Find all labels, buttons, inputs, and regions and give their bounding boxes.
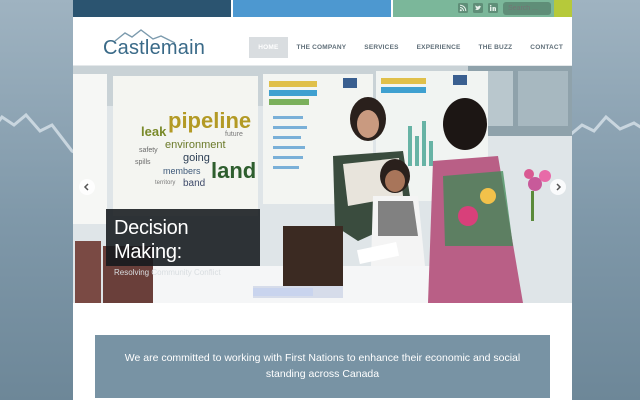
wordcloud-word-land: land	[211, 158, 256, 183]
wordcloud-word-safety: safety	[139, 147, 158, 154]
nav-home[interactable]: HOME	[249, 37, 288, 58]
mission-statement: We are committed to working with First N…	[95, 335, 550, 398]
wordcloud-word-pipeline: pipeline	[168, 108, 251, 133]
nav-the-buzz[interactable]: THE BUZZ	[470, 37, 522, 58]
slide-subtitle: Resolving Community Conflict	[114, 268, 221, 277]
background-mountain-left	[0, 112, 80, 157]
search-input[interactable]	[503, 2, 551, 15]
main-nav: HOME THE COMPANY SERVICES EXPERIENCE THE…	[249, 37, 572, 58]
nav-contact[interactable]: CONTACT	[521, 37, 572, 58]
page-container: Castlemain HOME THE COMPANY SERVICES EXP…	[73, 17, 572, 400]
topbar-segment-blue	[233, 0, 391, 17]
topbar-segment-lime	[554, 0, 572, 17]
wordcloud-word-environment: environment	[165, 139, 226, 151]
background-mountain-right	[560, 114, 640, 156]
wordcloud-word-territory: territory	[155, 180, 175, 186]
wordcloud-word-band: band	[183, 178, 205, 189]
chevron-right-icon	[556, 183, 562, 191]
slider-prev-button[interactable]	[79, 179, 95, 195]
slide-caption[interactable]: Decision Making: Resolving Community Con…	[106, 209, 260, 277]
wordcloud-word-future: future	[225, 131, 243, 138]
wordcloud-word-going: going	[183, 152, 210, 164]
hero-slider: pipeline leak environment land going mem…	[73, 66, 572, 303]
topbar-segment-green	[393, 0, 554, 17]
nav-services[interactable]: SERVICES	[355, 37, 407, 58]
top-color-bar	[73, 0, 572, 17]
slide-title: Decision Making:	[114, 217, 189, 263]
wordcloud-word-spills: spills	[135, 159, 151, 166]
nav-the-company[interactable]: THE COMPANY	[288, 37, 356, 58]
twitter-icon[interactable]	[473, 3, 483, 13]
site-header: Castlemain HOME THE COMPANY SERVICES EXP…	[73, 17, 572, 66]
logo-text[interactable]: Castlemain	[103, 37, 205, 60]
wordcloud-word-leak: leak	[141, 124, 167, 139]
chevron-left-icon	[83, 183, 89, 191]
social-links	[458, 3, 498, 13]
rss-icon[interactable]	[458, 3, 468, 13]
slider-next-button[interactable]	[550, 179, 566, 195]
nav-experience[interactable]: EXPERIENCE	[408, 37, 470, 58]
topbar-segment-dark	[73, 0, 231, 17]
wordcloud-word-members: members	[163, 166, 201, 176]
linkedin-icon[interactable]	[488, 3, 498, 13]
